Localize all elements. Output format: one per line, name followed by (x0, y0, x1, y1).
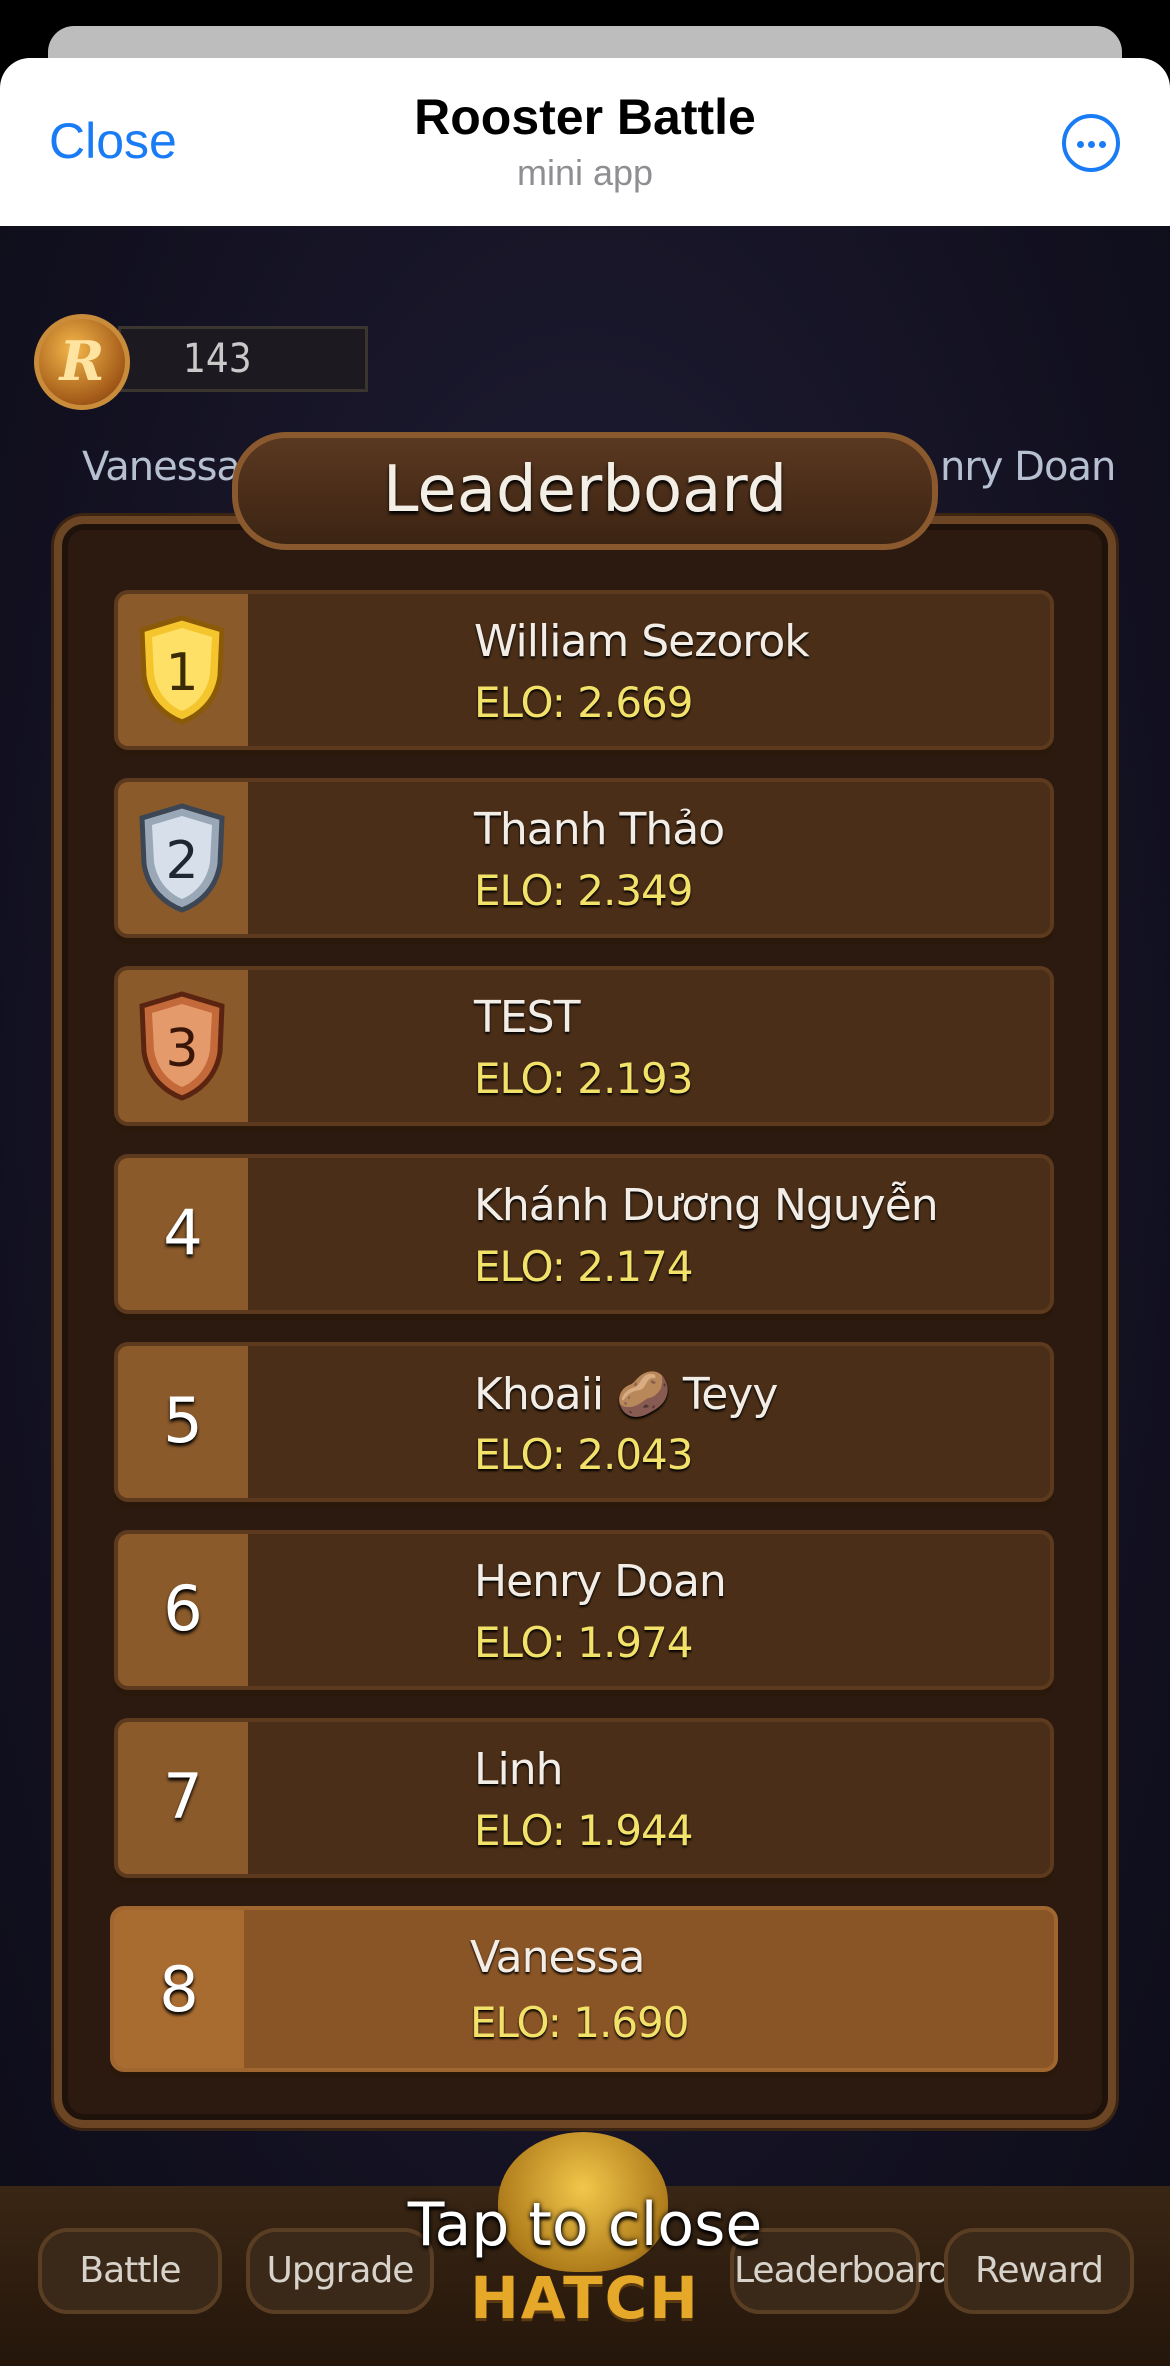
more-options-icon[interactable] (1062, 114, 1120, 172)
rank-number: 4 (118, 1158, 248, 1310)
rank-number: 6 (118, 1534, 248, 1686)
leaderboard-row: 7 Linh ELO: 1.944 (114, 1718, 1054, 1878)
right-player-name: nry Doan (940, 444, 1115, 490)
bronze-shield-icon: 3 (136, 990, 228, 1102)
player-name: William Sezorok (474, 616, 809, 667)
player-elo: ELO: 2.174 (474, 1242, 693, 1291)
player-name: Khoaii 🥔 Teyy (474, 1368, 777, 1420)
player-elo: ELO: 2.193 (474, 1054, 693, 1103)
player-elo: ELO: 2.669 (474, 678, 693, 727)
player-name: Khánh Dương Nguyễn (474, 1180, 938, 1231)
player-elo: ELO: 1.944 (474, 1806, 693, 1855)
leaderboard-title: Leaderboard (232, 432, 938, 550)
silver-shield-icon: 2 (136, 802, 228, 914)
svg-text:3: 3 (165, 1019, 198, 1079)
coin-balance: 143 (118, 326, 368, 392)
player-name: Thanh Thảo (474, 804, 724, 855)
player-elo: ELO: 2.349 (474, 866, 693, 915)
leaderboard-panel (54, 516, 1116, 2128)
app-title: Rooster Battle (0, 88, 1170, 146)
player-name: TEST (474, 992, 579, 1043)
player-elo: ELO: 1.690 (470, 1998, 689, 2047)
player-name: Vanessa (470, 1932, 644, 1983)
leaderboard-row: 4 Khánh Dương Nguyễn ELO: 2.174 (114, 1154, 1054, 1314)
player-name: Linh (474, 1744, 563, 1795)
coin-icon: R (34, 314, 130, 410)
leaderboard-row: 6 Henry Doan ELO: 1.974 (114, 1530, 1054, 1690)
leaderboard-row: 5 Khoaii 🥔 Teyy ELO: 2.043 (114, 1342, 1054, 1502)
app-subtitle: mini app (0, 152, 1170, 194)
leaderboard-row: 1 William Sezorok ELO: 2.669 (114, 590, 1054, 750)
tap-to-close-label[interactable]: Tap to close (0, 2190, 1170, 2260)
rank-number: 7 (118, 1722, 248, 1874)
player-elo: ELO: 2.043 (474, 1430, 693, 1479)
player-name: Henry Doan (474, 1556, 726, 1607)
left-player-name: Vanessa (82, 444, 240, 490)
svg-text:1: 1 (165, 643, 198, 703)
rank-number: 5 (118, 1346, 248, 1498)
current-user-row: 8 Vanessa ELO: 1.690 (110, 1906, 1058, 2072)
leaderboard-row: 2 Thanh Thảo ELO: 2.349 (114, 778, 1054, 938)
gold-shield-icon: 1 (136, 614, 228, 726)
player-elo: ELO: 1.974 (474, 1618, 693, 1667)
leaderboard-row: 3 TEST ELO: 2.193 (114, 966, 1054, 1126)
rank-number: 8 (114, 1910, 244, 2068)
nav-hatch-button[interactable]: HATCH (420, 2264, 750, 2332)
svg-text:2: 2 (165, 831, 198, 891)
